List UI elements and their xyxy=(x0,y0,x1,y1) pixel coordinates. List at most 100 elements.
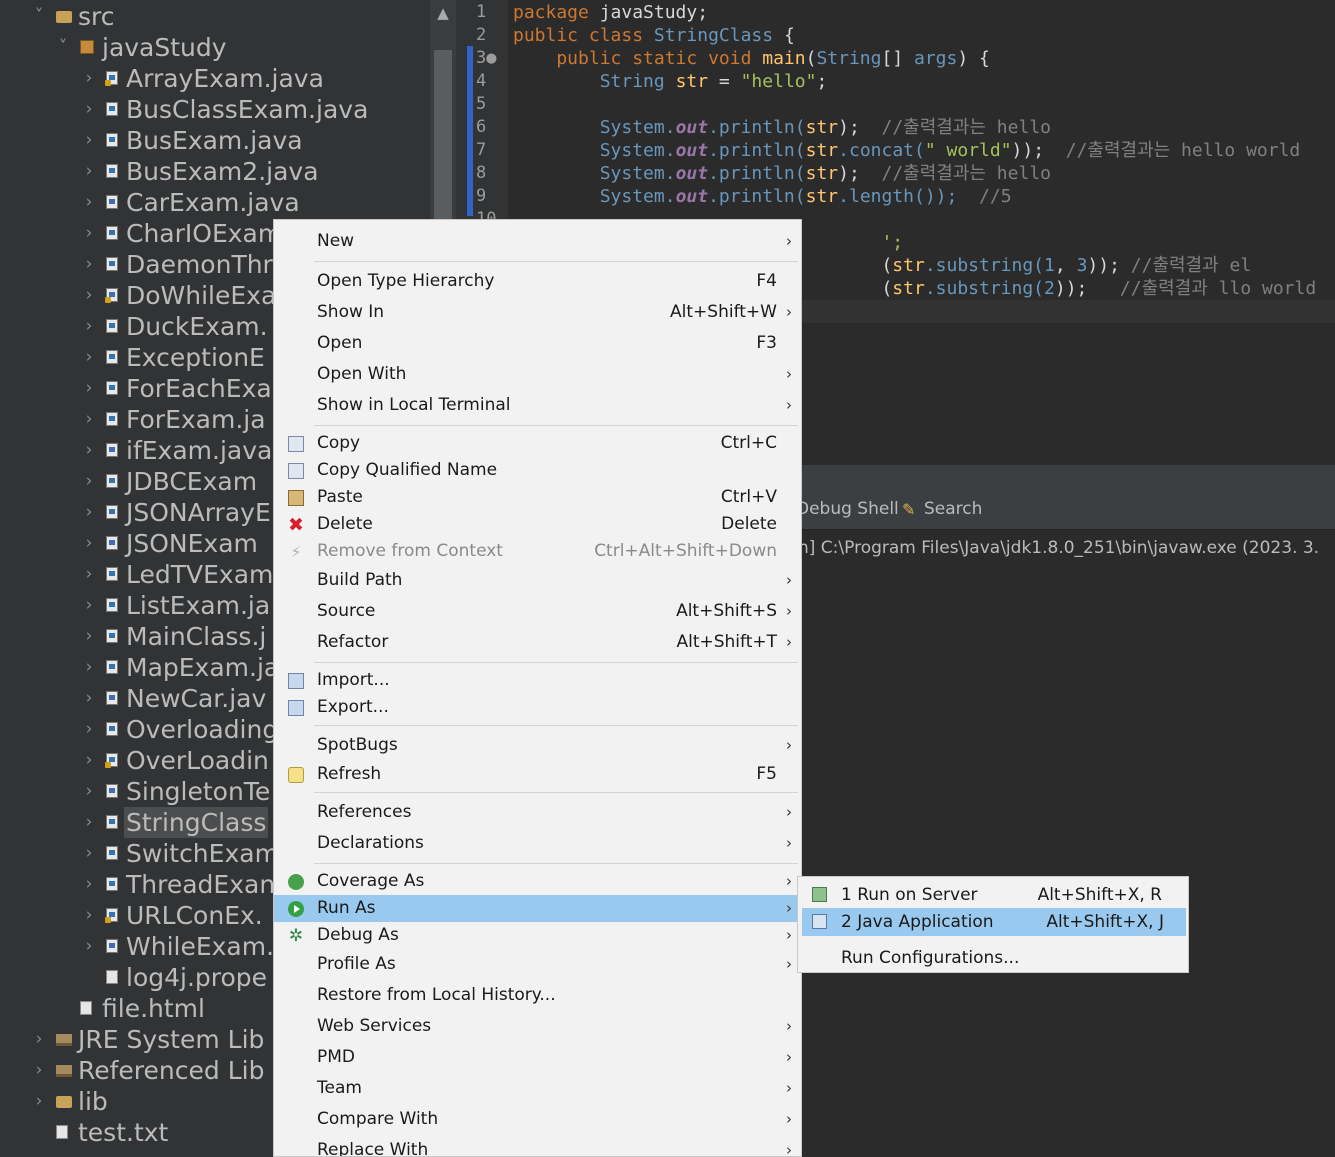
chevron-down-icon[interactable]: ˅ xyxy=(56,32,70,63)
menu-item-show-in[interactable]: Show In Alt+Shift+W › xyxy=(274,297,801,328)
chevron-right-icon[interactable]: › xyxy=(82,94,96,125)
scroll-up-icon[interactable]: ▲ xyxy=(430,0,456,26)
chevron-right-icon[interactable]: › xyxy=(82,621,96,652)
tree-item-label: Overloading xyxy=(126,715,279,744)
chevron-right-icon[interactable]: › xyxy=(82,745,96,776)
menu-item-accelerator: Alt+Shift+S xyxy=(676,601,777,621)
menu-item-delete[interactable]: ✖ Delete Delete xyxy=(274,511,801,538)
java-file-icon xyxy=(106,660,118,674)
menu-item-refactor[interactable]: Refactor Alt+Shift+T › xyxy=(274,627,801,658)
java-file-icon xyxy=(106,846,118,860)
chevron-right-icon[interactable]: › xyxy=(82,869,96,900)
tree-item[interactable]: › BusExam2.java xyxy=(0,156,430,187)
menu-item-copy-qualified-name[interactable]: Copy Qualified Name xyxy=(274,457,801,484)
chevron-right-icon[interactable]: › xyxy=(82,466,96,497)
chevron-right-icon[interactable]: › xyxy=(82,125,96,156)
menu-item-team[interactable]: Team › xyxy=(274,1073,801,1104)
chevron-right-icon[interactable]: › xyxy=(82,280,96,311)
chevron-right-icon[interactable]: › xyxy=(82,528,96,559)
chevron-right-icon[interactable]: › xyxy=(82,652,96,683)
tree-item[interactable]: › ArrayExam.java xyxy=(0,63,430,94)
menu-item-run-as[interactable]: Run As › xyxy=(274,895,801,922)
menu-item-compare-with[interactable]: Compare With › xyxy=(274,1104,801,1135)
chevron-right-icon[interactable]: › xyxy=(32,1055,46,1086)
menu-item-label: Run As xyxy=(317,898,376,918)
chevron-right-icon[interactable]: › xyxy=(82,683,96,714)
chevron-down-icon[interactable]: ˅ xyxy=(32,1,46,32)
submenu-item-2-java-application[interactable]: 2 Java Application Alt+Shift+X, J xyxy=(802,908,1186,936)
chevron-right-icon[interactable]: › xyxy=(82,900,96,931)
chevron-right-icon[interactable]: › xyxy=(82,776,96,807)
chevron-right-icon[interactable]: › xyxy=(82,807,96,838)
menu-item-open-type-hierarchy[interactable]: Open Type Hierarchy F4 xyxy=(274,266,801,297)
chevron-right-icon[interactable]: › xyxy=(82,156,96,187)
chevron-right-icon[interactable]: › xyxy=(82,497,96,528)
menu-item-open-with[interactable]: Open With › xyxy=(274,359,801,390)
menu-item-spotbugs[interactable]: SpotBugs › xyxy=(274,730,801,761)
menu-item-export[interactable]: Export... xyxy=(274,694,801,721)
code-line: System.out.println(str.concat(" world"))… xyxy=(513,139,1301,162)
menu-item-new[interactable]: New › xyxy=(274,226,801,257)
scrollbar-thumb[interactable] xyxy=(434,50,452,230)
tree-item-label: MapExam.ja xyxy=(126,653,280,682)
chevron-right-icon[interactable]: › xyxy=(82,249,96,280)
menu-item-coverage-as[interactable]: Coverage As › xyxy=(274,868,801,895)
menu-item-references[interactable]: References › xyxy=(274,797,801,828)
chevron-right-icon[interactable]: › xyxy=(82,714,96,745)
tree-item-label: ifExam.java xyxy=(126,436,273,465)
code-token: { xyxy=(773,25,795,46)
code-token: [] xyxy=(881,48,914,69)
code-line: String str = "hello"; xyxy=(513,70,828,93)
tree-item[interactable]: ˅ src xyxy=(0,1,430,32)
tree-item[interactable]: › BusClassExam.java xyxy=(0,94,430,125)
chevron-right-icon[interactable]: › xyxy=(82,342,96,373)
menu-item-declarations[interactable]: Declarations › xyxy=(274,828,801,859)
menu-item-label: Open xyxy=(317,333,363,353)
menu-item-copy[interactable]: Copy Ctrl+C xyxy=(274,430,801,457)
submenu-item-run-configurations[interactable]: Run Configurations... xyxy=(798,944,1188,972)
chevron-right-icon: › xyxy=(786,365,792,383)
chevron-right-icon[interactable]: › xyxy=(82,311,96,342)
code-token: .concat( xyxy=(838,140,925,161)
java-file-icon xyxy=(106,784,118,798)
menu-item-import[interactable]: Import... xyxy=(274,667,801,694)
menu-item-label: Web Services xyxy=(317,1016,432,1036)
java-file-warning-icon xyxy=(105,71,118,86)
chevron-right-icon[interactable]: › xyxy=(82,404,96,435)
chevron-right-icon[interactable]: › xyxy=(82,218,96,249)
menu-item-pmd[interactable]: PMD › xyxy=(274,1042,801,1073)
menu-item-source[interactable]: Source Alt+Shift+S › xyxy=(274,596,801,627)
chevron-right-icon[interactable]: › xyxy=(82,63,96,94)
menu-item-restore-from-local-history[interactable]: Restore from Local History... xyxy=(274,980,801,1011)
chevron-right-icon[interactable]: › xyxy=(82,373,96,404)
tab-search[interactable]: Search xyxy=(924,499,982,519)
chevron-right-icon[interactable]: › xyxy=(82,838,96,869)
chevron-right-icon[interactable]: › xyxy=(82,931,96,962)
tree-item[interactable]: › CarExam.java xyxy=(0,187,430,218)
menu-item-paste[interactable]: Paste Ctrl+V xyxy=(274,484,801,511)
chevron-right-icon[interactable]: › xyxy=(32,1086,46,1117)
java-application-icon xyxy=(812,914,827,929)
menu-item-profile-as[interactable]: Profile As › xyxy=(274,949,801,980)
code-token: )); xyxy=(1087,255,1131,276)
chevron-right-icon[interactable]: › xyxy=(82,187,96,218)
menu-item-refresh[interactable]: Refresh F5 xyxy=(274,761,801,788)
tree-item[interactable]: › BusExam.java xyxy=(0,125,430,156)
menu-item-label: PMD xyxy=(317,1047,356,1067)
menu-item-show-in-local-terminal[interactable]: Show in Local Terminal › xyxy=(274,390,801,421)
menu-item-open[interactable]: Open F3 xyxy=(274,328,801,359)
menu-item-web-services[interactable]: Web Services › xyxy=(274,1011,801,1042)
tree-item[interactable]: ˅ javaStudy xyxy=(0,32,430,63)
menu-item-replace-with[interactable]: Replace With › xyxy=(274,1135,801,1156)
java-file-icon xyxy=(106,319,118,333)
run-on-server-icon xyxy=(812,887,827,902)
submenu-item-1-run-on-server[interactable]: 1 Run on Server Alt+Shift+X, R xyxy=(798,881,1188,909)
menu-item-debug-as[interactable]: ✲ Debug As › xyxy=(274,922,801,949)
chevron-right-icon[interactable]: › xyxy=(82,559,96,590)
tab-debug-shell[interactable]: Debug Shell xyxy=(796,499,899,519)
chevron-right-icon[interactable]: › xyxy=(82,590,96,621)
chevron-right-icon[interactable]: › xyxy=(82,435,96,466)
code-token: str xyxy=(805,186,839,207)
chevron-right-icon[interactable]: › xyxy=(32,1024,46,1055)
menu-item-build-path[interactable]: Build Path › xyxy=(274,565,801,596)
